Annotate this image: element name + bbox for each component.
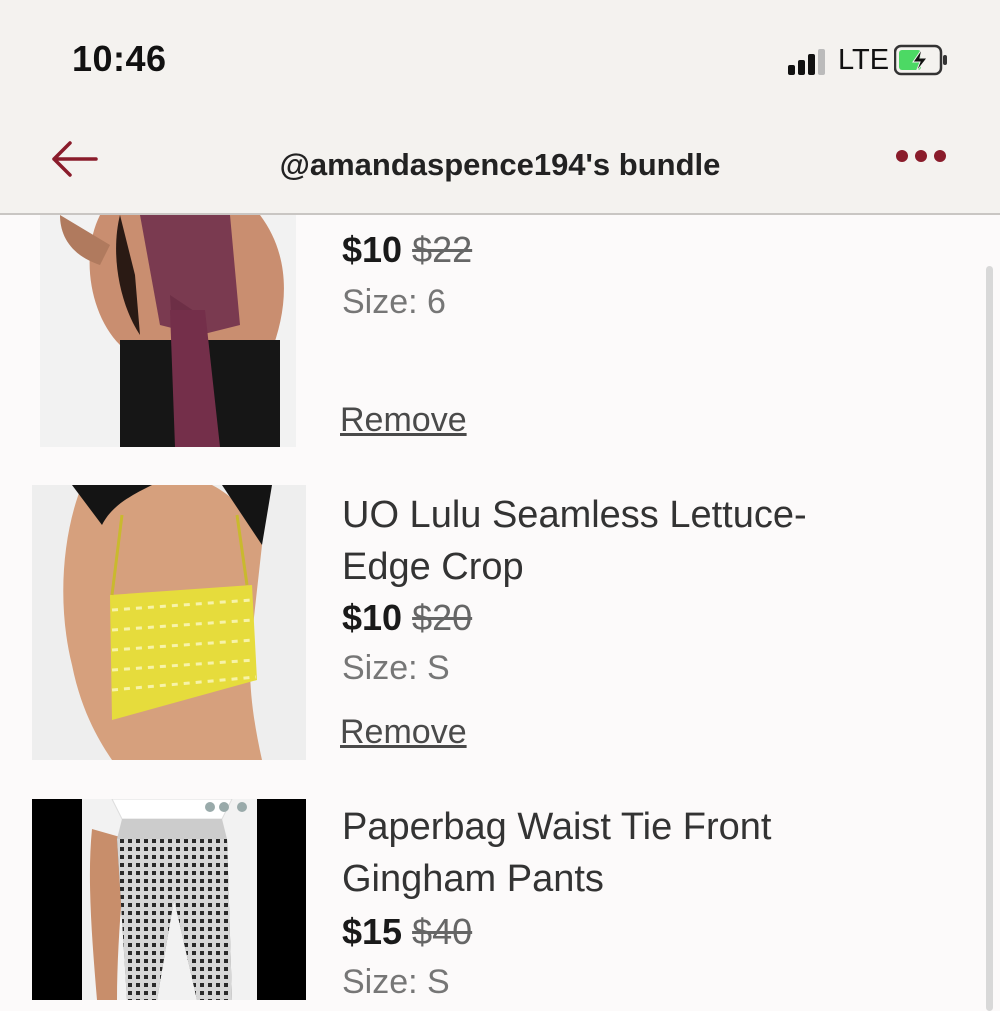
price: $15 $40 (342, 911, 472, 953)
product-image[interactable] (32, 485, 306, 760)
price: $10 $22 (342, 229, 472, 271)
current-price: $15 (342, 911, 403, 952)
item-size: Size: 6 (342, 283, 446, 321)
product-image[interactable] (32, 799, 306, 1000)
scrollbar[interactable] (986, 266, 993, 1011)
product-image[interactable] (40, 215, 296, 447)
page-title: @amandaspence194's bundle (279, 147, 721, 182)
current-price: $10 (342, 597, 403, 638)
network-label: LTE (838, 44, 890, 76)
list-item: UO Lulu Seamless Lettuce- Edge Crop $10 $… (0, 485, 980, 765)
status-time: 10:46 (72, 38, 167, 79)
original-price: $40 (412, 911, 473, 952)
current-price: $10 (342, 229, 403, 270)
signal-bars-icon (788, 47, 828, 75)
list-item: $10 $22 Size: 6 Remove (0, 215, 980, 455)
item-title[interactable]: UO Lulu Seamless Lettuce- Edge Crop (342, 489, 807, 593)
original-price: $22 (412, 229, 473, 270)
item-size: Size: S (342, 963, 450, 1001)
item-size: Size: S (342, 649, 450, 687)
battery-charging-icon (894, 44, 947, 76)
list-item: Paperbag Waist Tie Front Gingham Pants $… (0, 799, 980, 1001)
remove-button[interactable]: Remove (340, 401, 467, 440)
price: $10 $20 (342, 597, 472, 639)
remove-button[interactable]: Remove (340, 713, 467, 752)
original-price: $20 (412, 597, 473, 638)
item-title[interactable]: Paperbag Waist Tie Front Gingham Pants (342, 801, 771, 905)
top-bar: 10:46 LTE @amandaspence194's bundle (0, 0, 1000, 215)
more-dots-icon[interactable] (896, 150, 946, 166)
